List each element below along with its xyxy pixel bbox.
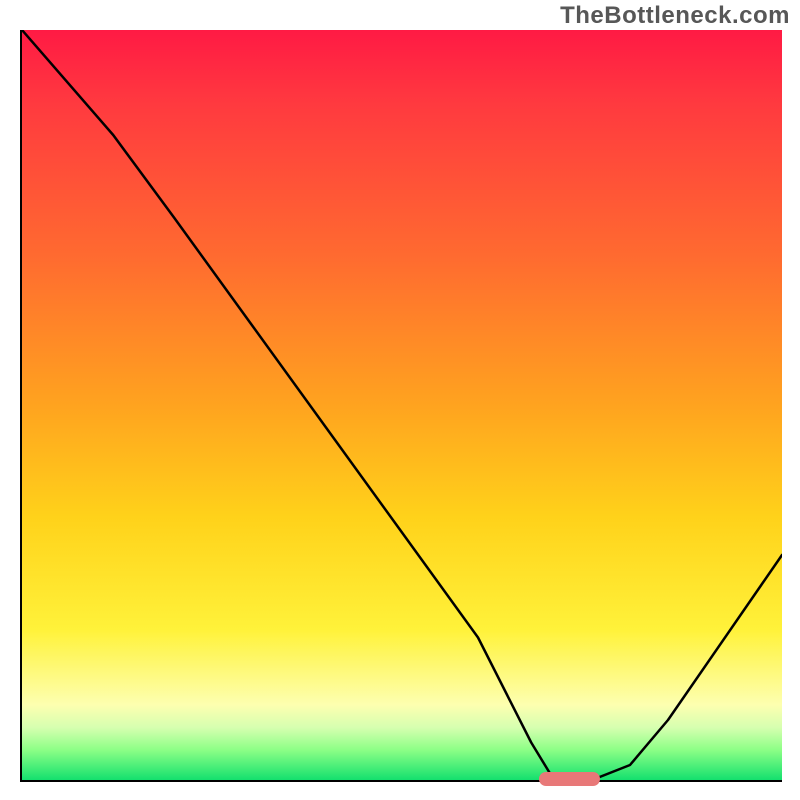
chart-canvas: TheBottleneck.com [0,0,800,800]
background-gradient [22,30,782,780]
watermark-text: TheBottleneck.com [560,2,790,30]
plot-area [20,30,782,782]
optimal-range-marker [539,772,600,786]
